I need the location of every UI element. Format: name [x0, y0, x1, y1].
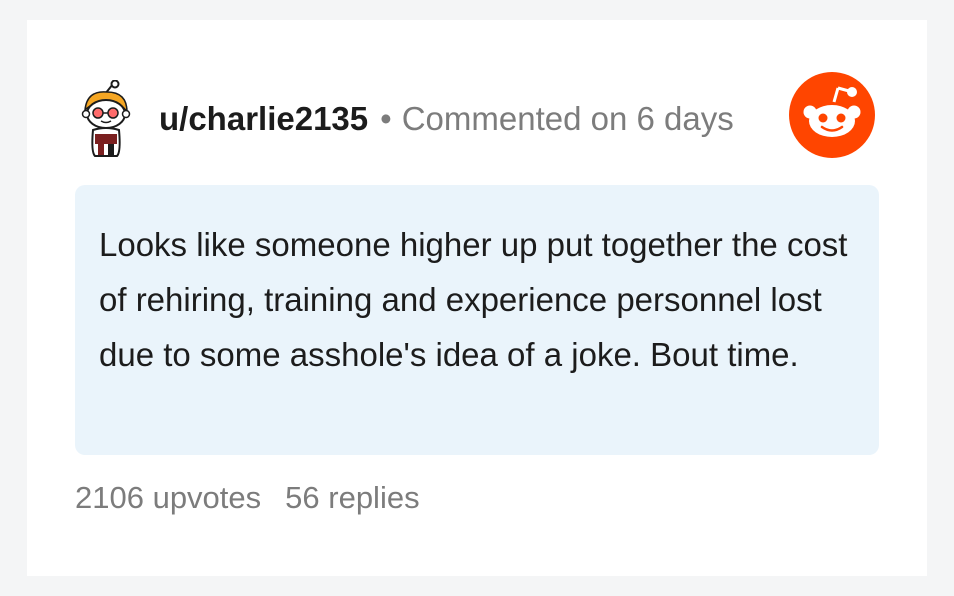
comment-body-text: Looks like someone higher up put togethe…: [99, 226, 848, 373]
reddit-logo-icon: [789, 72, 875, 158]
user-avatar-icon[interactable]: [75, 79, 135, 160]
comment-body-box: Looks like someone higher up put togethe…: [75, 185, 879, 455]
comment-stats: 2106 upvotes 56 replies: [75, 480, 420, 516]
user-line: u/charlie2135 • Commented on 6 days: [159, 97, 809, 141]
upvote-count[interactable]: 2106 upvotes: [75, 480, 261, 515]
reply-count[interactable]: 56 replies: [285, 480, 419, 515]
username-link[interactable]: u/charlie2135: [159, 100, 368, 137]
comment-card: u/charlie2135 • Commented on 6 days Looks …: [27, 20, 927, 576]
comment-timestamp: Commented on 6 days: [401, 100, 734, 137]
comment-header: u/charlie2135 • Commented on 6 days: [75, 79, 885, 160]
separator-dot: •: [380, 100, 392, 137]
